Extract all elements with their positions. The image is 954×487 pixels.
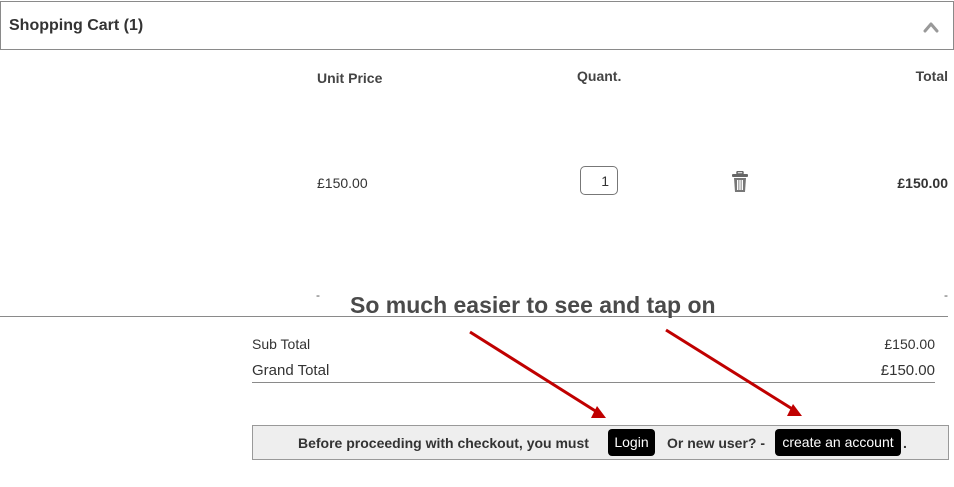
login-button[interactable]: Login (608, 429, 655, 456)
grand-total-label: Grand Total (252, 362, 330, 379)
grand-total-divider (252, 382, 935, 383)
grand-total-value: £150.00 (880, 362, 935, 379)
cart-title: Shopping Cart (1) (9, 17, 144, 34)
annotation-arrows (469, 328, 802, 418)
chevron-up-icon[interactable] (923, 21, 939, 33)
new-user-text: Or new user? - (667, 435, 766, 451)
arrow-to-login (469, 330, 606, 418)
column-header-quantity: Quant. (577, 68, 622, 84)
sub-total-value: £150.00 (884, 336, 935, 352)
column-header-unit-price: Unit Price (317, 70, 383, 86)
checkout-notice: Before proceeding with checkout, you mus… (252, 425, 949, 460)
row-dash-left: - (316, 288, 320, 302)
notice-trailing-period: . (903, 435, 907, 451)
checkout-notice-text: Before proceeding with checkout, you mus… (298, 435, 589, 451)
sub-total-label: Sub Total (252, 336, 311, 352)
annotation-text: So much easier to see and tap on (350, 292, 716, 318)
row-dash-right: - (944, 288, 948, 302)
item-unit-price: £150.00 (317, 175, 368, 191)
create-account-button[interactable]: create an account (775, 429, 901, 456)
trash-icon[interactable] (731, 171, 749, 193)
cart-header[interactable]: Shopping Cart (1) (0, 1, 954, 50)
column-header-total: Total (915, 68, 948, 84)
item-total: £150.00 (897, 175, 948, 191)
quantity-input[interactable] (580, 166, 618, 195)
arrow-to-create-account (665, 328, 802, 416)
